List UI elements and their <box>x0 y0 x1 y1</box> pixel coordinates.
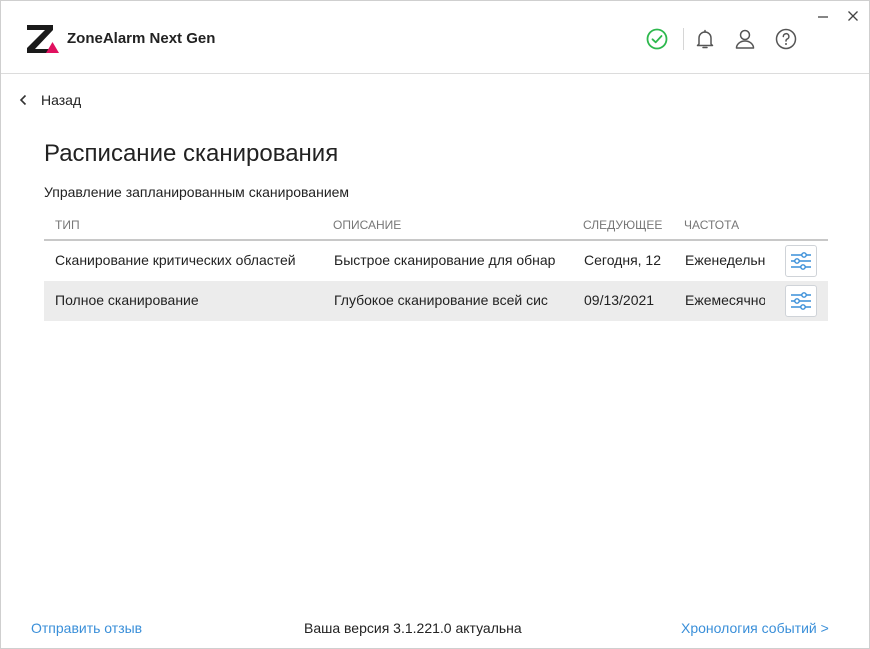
app-window: ZoneAlarm Next Gen Назад Расписание скан… <box>0 0 870 649</box>
table-header: ТИП ОПИСАНИЕ СЛЕДУЮЩЕЕ С ЧАСТОТА <box>44 213 828 241</box>
cell-next-scan: 09/13/2021 <box>584 292 655 308</box>
send-feedback-link[interactable]: Отправить отзыв <box>31 620 142 636</box>
cell-frequency: Еженедельн <box>685 252 765 268</box>
minimize-icon[interactable] <box>816 9 830 23</box>
cell-type: Сканирование критических областей <box>55 252 296 268</box>
column-header-type[interactable]: ТИП <box>55 218 80 232</box>
column-header-frequency[interactable]: ЧАСТОТА <box>684 218 739 232</box>
scan-schedule-table: ТИП ОПИСАНИЕ СЛЕДУЮЩЕЕ С ЧАСТОТА Сканиро… <box>44 213 828 321</box>
column-header-description[interactable]: ОПИСАНИЕ <box>333 218 401 232</box>
app-title: ZoneAlarm Next Gen <box>67 30 216 47</box>
page-title: Расписание сканирования <box>44 140 339 167</box>
chevron-left-icon <box>19 94 27 106</box>
back-label: Назад <box>41 92 82 108</box>
event-history-link[interactable]: Хронология событий > <box>681 620 829 636</box>
scan-settings-button[interactable] <box>785 245 817 277</box>
app-header: ZoneAlarm Next Gen <box>1 1 869 74</box>
header-separator <box>683 28 684 50</box>
cell-description: Глубокое сканирование всей сис <box>334 292 548 308</box>
sliders-icon <box>791 292 811 310</box>
cell-frequency: Ежемесячно <box>685 292 765 308</box>
help-icon[interactable] <box>774 27 798 51</box>
table-row[interactable]: Сканирование критических областей Быстро… <box>44 241 828 281</box>
back-button[interactable]: Назад <box>19 90 81 110</box>
user-icon[interactable] <box>733 27 757 51</box>
scan-settings-button[interactable] <box>785 285 817 317</box>
zonealarm-logo <box>27 25 59 53</box>
close-icon[interactable] <box>846 9 860 23</box>
table-row[interactable]: Полное сканирование Глубокое сканировани… <box>44 281 828 321</box>
column-header-next[interactable]: СЛЕДУЮЩЕЕ С <box>583 218 663 232</box>
cell-description: Быстрое сканирование для обнар <box>334 252 556 268</box>
check-circle-icon[interactable] <box>645 27 669 51</box>
cell-next-scan: Сегодня, 12 <box>584 252 662 268</box>
bell-icon[interactable] <box>693 27 717 51</box>
page-subtitle: Управление запланированным сканированием <box>44 184 350 200</box>
cell-type: Полное сканирование <box>55 292 199 308</box>
sliders-icon <box>791 252 811 270</box>
version-status: Ваша версия 3.1.221.0 актуальна <box>304 620 522 636</box>
